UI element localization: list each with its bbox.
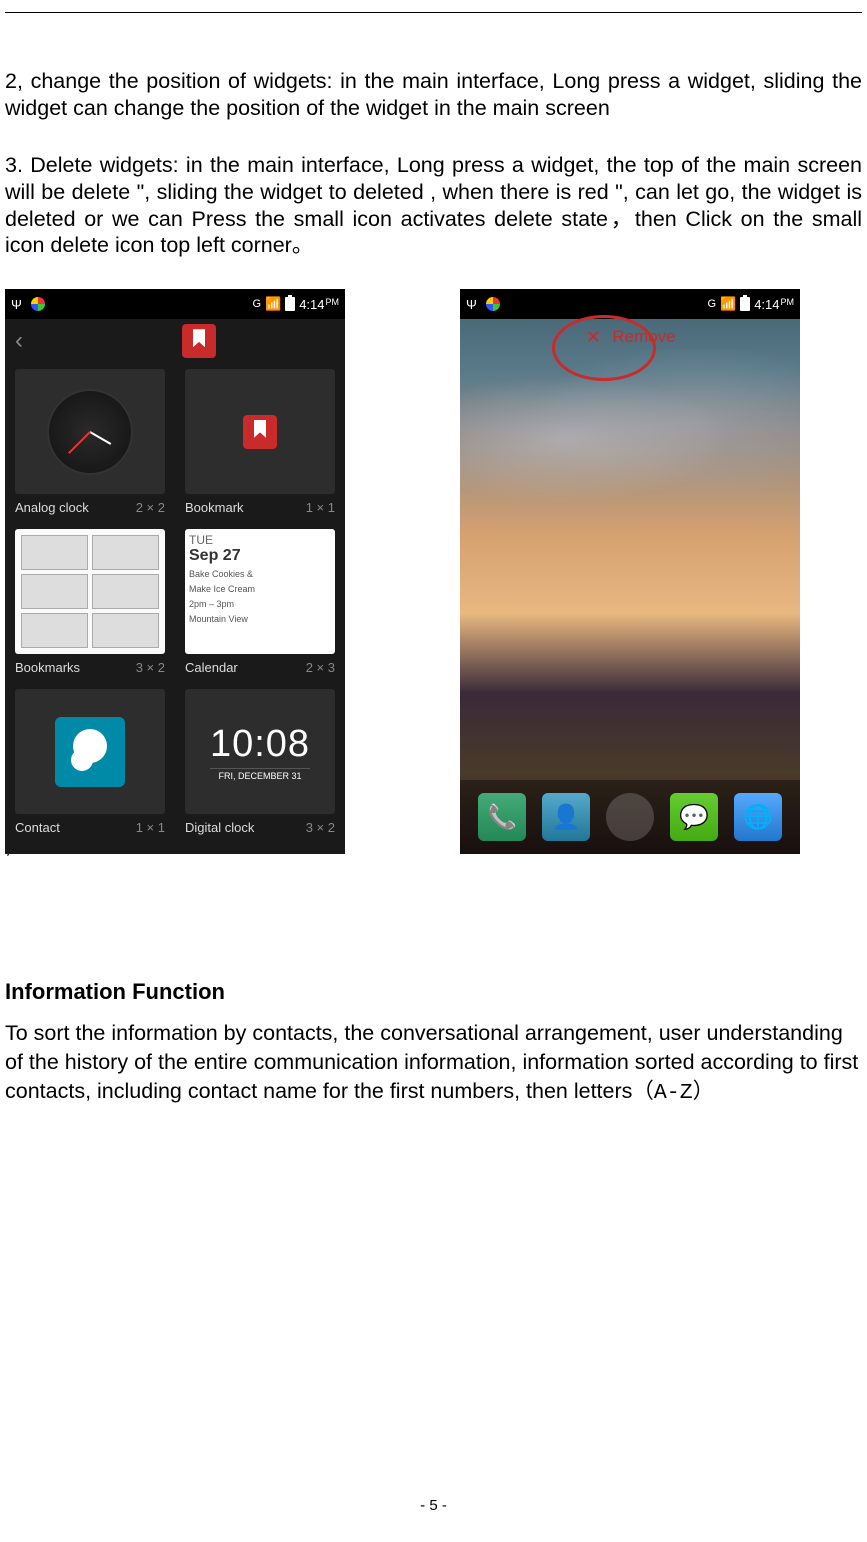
widget-label: Analog clock — [15, 500, 89, 515]
sync-icon — [31, 297, 45, 311]
sync-icon — [486, 297, 500, 311]
heading-information-function: Information Function — [5, 979, 862, 1005]
dock — [460, 780, 800, 854]
widget-size: 3 × 2 — [136, 660, 165, 675]
paragraph-widgets-delete: 3. Delete widgets: in the main interface… — [5, 152, 862, 260]
phone-screenshot-remove: Ψ G 📶 4:14PM ✕ Remove — [460, 289, 800, 854]
page-number: - 5 - — [0, 1497, 867, 1514]
calendar-preview-icon: TUE Sep 27 Bake Cookies & Make Ice Cream… — [185, 529, 335, 654]
widget-label: Bookmarks — [15, 660, 80, 675]
widget-calendar[interactable]: TUE Sep 27 Bake Cookies & Make Ice Cream… — [175, 523, 345, 683]
paragraph-information: To sort the information by contacts, the… — [5, 1019, 862, 1108]
screenshots-row: Ψ G 📶 4:14PM ‹ Analog clock 2 × 2 — [5, 289, 862, 854]
dock-browser-icon[interactable] — [734, 793, 782, 841]
usb-icon: Ψ — [466, 297, 480, 311]
dock-phone-icon[interactable] — [478, 793, 526, 841]
widgets-body: ‹ Analog clock 2 × 2 Bookmark 1 × 1 Bookma… — [5, 319, 345, 854]
dock-messaging-icon[interactable] — [670, 793, 718, 841]
battery-icon — [740, 297, 750, 311]
phone-screenshot-widgets: Ψ G 📶 4:14PM ‹ Analog clock 2 × 2 — [5, 289, 345, 854]
widget-label: Digital clock — [185, 820, 254, 835]
widget-size: 3 × 2 — [306, 820, 335, 835]
contact-preview-icon — [55, 717, 125, 787]
status-time: 4:14PM — [299, 297, 339, 312]
chevron-left-icon[interactable]: ‹ — [15, 327, 23, 355]
annotation-circle — [552, 315, 656, 381]
widget-digital-clock[interactable]: 10:08 FRI, DECEMBER 31 Digital clock 3 × … — [175, 683, 345, 843]
battery-icon — [285, 297, 295, 311]
widget-size: 2 × 3 — [306, 660, 335, 675]
status-bar: Ψ G 📶 4:14PM — [5, 289, 345, 319]
dock-apps-icon[interactable] — [606, 793, 654, 841]
widget-bookmarks[interactable]: Bookmarks 3 × 2 — [5, 523, 175, 683]
widget-analog-clock[interactable]: Analog clock 2 × 2 — [5, 363, 175, 523]
bookmarks-preview-icon — [15, 529, 165, 654]
network-g-icon: G — [252, 298, 261, 310]
status-bar: Ψ G 📶 4:14PM — [460, 289, 800, 319]
widget-label: Contact — [15, 820, 60, 835]
widget-size: 1 × 1 — [306, 500, 335, 515]
bookmark-icon[interactable] — [182, 324, 216, 358]
widget-size: 1 × 1 — [136, 820, 165, 835]
analog-clock-icon — [47, 389, 133, 475]
widget-size: 2 × 2 — [136, 500, 165, 515]
bookmark-preview-icon — [243, 415, 277, 449]
status-time: 4:14PM — [754, 297, 794, 312]
tab-row: ‹ — [5, 319, 345, 363]
home-body: ✕ Remove — [460, 319, 800, 854]
widget-contact[interactable]: Contact 1 × 1 — [5, 683, 175, 843]
paragraph-widgets-move: 2, change the position of widgets: in th… — [5, 68, 862, 122]
usb-icon: Ψ — [11, 297, 25, 311]
network-g-icon: G — [707, 298, 716, 310]
widget-label: Bookmark — [185, 500, 244, 515]
signal-icon: 📶 — [720, 296, 736, 312]
widget-bookmark[interactable]: Bookmark 1 × 1 — [175, 363, 345, 523]
widget-label: Calendar — [185, 660, 238, 675]
top-rule — [5, 12, 862, 13]
dock-contacts-icon[interactable] — [542, 793, 590, 841]
signal-icon: 📶 — [265, 296, 281, 312]
digital-clock-preview-icon: 10:08 FRI, DECEMBER 31 — [210, 723, 310, 781]
